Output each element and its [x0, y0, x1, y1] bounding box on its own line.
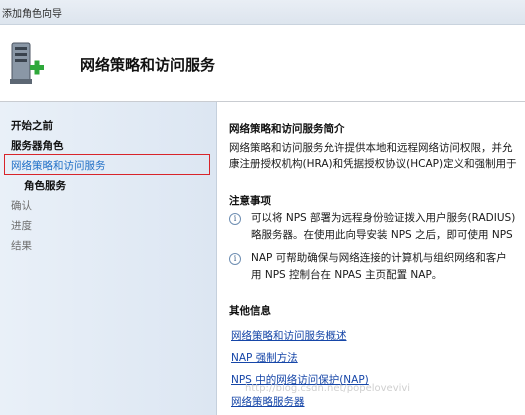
nav-item-npas-label: 网络策略和访问服务 [11, 160, 106, 172]
info-icon: i [229, 213, 241, 225]
notes-title: 注意事项 [229, 195, 271, 207]
server-add-icon [10, 42, 44, 84]
nav-item-server-roles[interactable]: 服务器角色 [11, 139, 64, 153]
note-nps-line-1: 可以将 NPS 部署为远程身份验证拨入用户服务(RADIUS) [251, 212, 516, 224]
wizard-header: 网络策略和访问服务 [0, 25, 525, 102]
nav-item-before-you-begin[interactable]: 开始之前 [11, 119, 53, 133]
link-nap-enforcement[interactable]: NAP 强制方法 [231, 350, 298, 365]
link-network-policy-server[interactable]: 网络策略服务器 [231, 394, 305, 409]
note-nap-line-2: 用 NPS 控制台在 NPAS 主页配置 NAP。 [251, 269, 443, 281]
nav-item-role-services[interactable]: 角色服务 [24, 179, 66, 193]
link-npas-overview[interactable]: 网络策略和访问服务概述 [231, 328, 347, 343]
nav-item-npas-selected[interactable]: 网络策略和访问服务 [4, 154, 210, 175]
intro-line-1: 网络策略和访问服务允许提供本地和远程网络访问权限，并允 [229, 142, 513, 154]
content-pane: 网络策略和访问服务简介 网络策略和访问服务允许提供本地和远程网络访问权限，并允 … [217, 102, 525, 415]
watermark: http://blog.csdn.net/popelovevivi [245, 383, 411, 394]
note-nps-line-2: 略服务器。在使用此向导安装 NPS 之后，即可使用 NPS [251, 229, 513, 241]
title-bar: 添加角色向导 [0, 0, 525, 25]
more-info-title: 其他信息 [229, 305, 271, 317]
page-heading: 网络策略和访问服务 [80, 56, 216, 74]
nav-item-confirmation: 确认 [11, 200, 32, 212]
note-nap-line-1: NAP 可帮助确保与网络连接的计算机与组织网络和客户 [251, 252, 507, 264]
wizard-nav: 开始之前 服务器角色 角色服务 确认 进度 结果 [0, 102, 217, 415]
nav-item-progress: 进度 [11, 220, 32, 232]
info-icon: i [229, 253, 241, 265]
intro-title: 网络策略和访问服务简介 [229, 123, 345, 135]
intro-line-2: 康注册授权机构(HRA)和凭据授权协议(HCAP)定义和强制用于 [229, 158, 517, 170]
nav-item-results: 结果 [11, 240, 32, 252]
window-title: 添加角色向导 [2, 9, 62, 20]
